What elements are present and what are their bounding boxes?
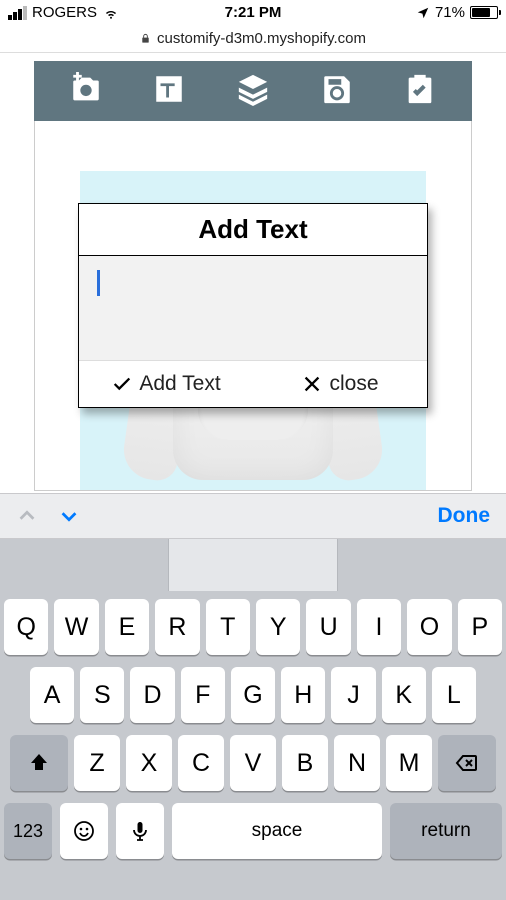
shift-icon [27,751,51,775]
close-icon [301,373,323,395]
keyboard-done-button[interactable]: Done [438,504,491,528]
key-v[interactable]: V [230,735,276,791]
layers-icon [236,72,270,106]
key-h[interactable]: H [281,667,325,723]
address-host: customify-d3m0.myshopify.com [157,30,366,47]
key-j[interactable]: J [331,667,375,723]
key-r[interactable]: R [155,599,199,655]
key-m[interactable]: M [386,735,432,791]
key-x[interactable]: X [126,735,172,791]
layers-button[interactable] [236,72,270,111]
location-icon [416,6,430,20]
add-text-button[interactable] [152,72,186,111]
add-image-icon [69,72,103,106]
key-n[interactable]: N [334,735,380,791]
keyboard-toolbar: Done [0,493,506,539]
emoji-key[interactable] [60,803,108,859]
suggestion-2[interactable] [169,539,338,591]
dictation-key[interactable] [116,803,164,859]
key-row-2: ASDFGHJKL [4,667,502,723]
backspace-key[interactable] [438,735,496,791]
text-input[interactable] [79,256,427,361]
key-u[interactable]: U [306,599,350,655]
key-t[interactable]: T [206,599,250,655]
add-text-label: Add Text [139,372,220,396]
modal-title: Add Text [79,204,427,256]
backspace-icon [455,751,479,775]
key-l[interactable]: L [432,667,476,723]
next-field-button[interactable] [58,505,80,527]
key-w[interactable]: W [54,599,98,655]
check-icon [111,373,133,395]
signal-icon [8,6,27,20]
key-row-3: ZXCVBNM [4,735,502,791]
key-d[interactable]: D [130,667,174,723]
key-y[interactable]: Y [256,599,300,655]
text-icon [152,72,186,106]
keyboard: QWERTYUIOP ASDFGHJKL ZXCVBNM 123 space r… [0,591,506,900]
key-row-4: 123 space return [4,803,502,859]
key-q[interactable]: Q [4,599,48,655]
battery-pct: 71% [435,4,465,21]
numbers-key[interactable]: 123 [4,803,52,859]
carrier-label: ROGERS [32,4,97,21]
suggestion-bar [0,539,506,591]
key-p[interactable]: P [458,599,502,655]
battery-icon [470,6,498,19]
status-bar: ROGERS 7:21 PM 71% [0,0,506,25]
return-key[interactable]: return [390,803,502,859]
key-g[interactable]: G [231,667,275,723]
editor-toolbar [34,61,472,121]
wifi-icon [102,6,120,20]
save-icon [320,72,354,106]
key-f[interactable]: F [181,667,225,723]
prev-field-button[interactable] [16,505,38,527]
checklist-icon [403,72,437,106]
lock-icon [140,32,151,45]
emoji-icon [72,819,96,843]
suggestion-1[interactable] [0,539,169,591]
key-i[interactable]: I [357,599,401,655]
key-e[interactable]: E [105,599,149,655]
checkout-button[interactable] [403,72,437,111]
shift-key[interactable] [10,735,68,791]
space-key[interactable]: space [172,803,382,859]
add-image-button[interactable] [69,72,103,111]
address-bar[interactable]: customify-d3m0.myshopify.com [0,25,506,53]
key-a[interactable]: A [30,667,74,723]
key-k[interactable]: K [382,667,426,723]
close-label: close [329,372,378,396]
page-content: Add Text Add Text close [0,53,506,493]
save-button[interactable] [320,72,354,111]
key-s[interactable]: S [80,667,124,723]
key-b[interactable]: B [282,735,328,791]
confirm-add-text-button[interactable]: Add Text [79,372,253,396]
key-row-1: QWERTYUIOP [4,599,502,655]
key-o[interactable]: O [407,599,451,655]
add-text-modal: Add Text Add Text close [78,203,428,408]
text-cursor [97,270,100,296]
close-modal-button[interactable]: close [253,372,427,396]
key-z[interactable]: Z [74,735,120,791]
mic-icon [128,819,152,843]
suggestion-3[interactable] [338,539,506,591]
key-c[interactable]: C [178,735,224,791]
